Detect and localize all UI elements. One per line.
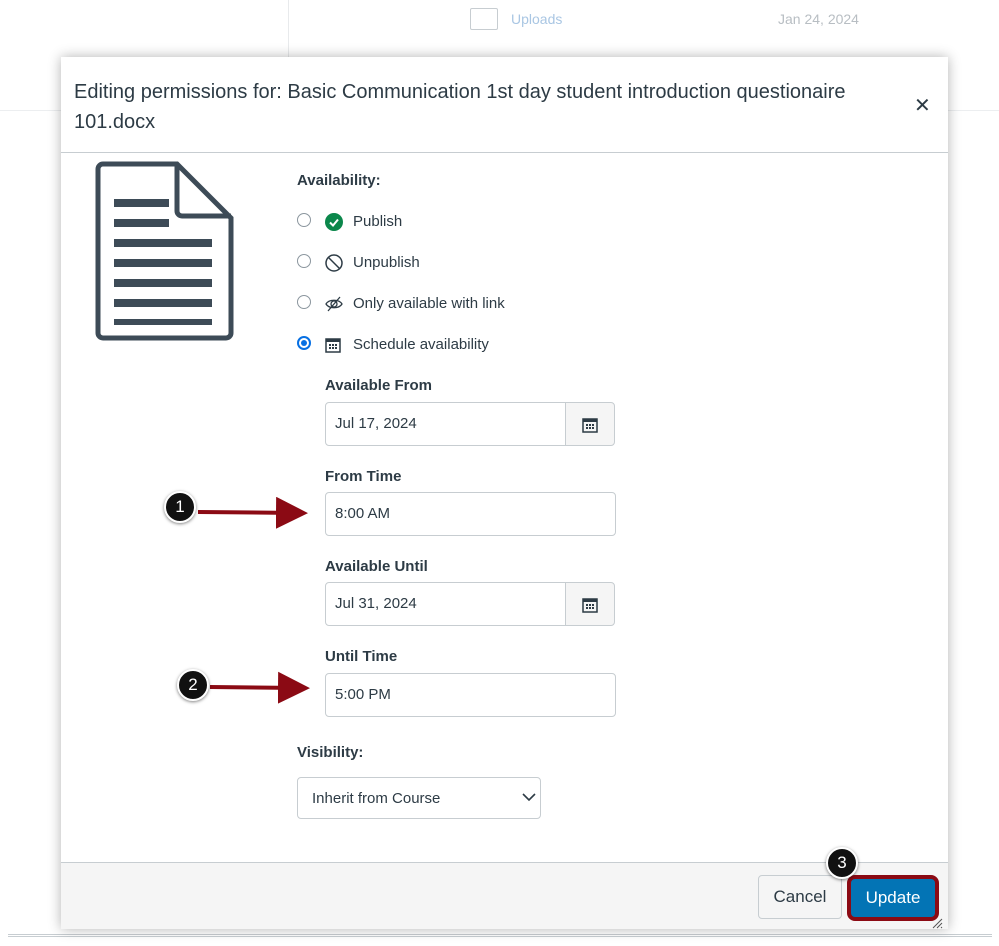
annotation-arrow-2 bbox=[209, 671, 310, 704]
annotation-badge-2: 2 bbox=[177, 669, 209, 701]
annotation-badge-1: 1 bbox=[164, 491, 196, 523]
annotation-badge-3: 3 bbox=[826, 847, 858, 879]
annotation-arrows bbox=[197, 496, 310, 704]
annotation-arrow-1 bbox=[197, 496, 308, 529]
